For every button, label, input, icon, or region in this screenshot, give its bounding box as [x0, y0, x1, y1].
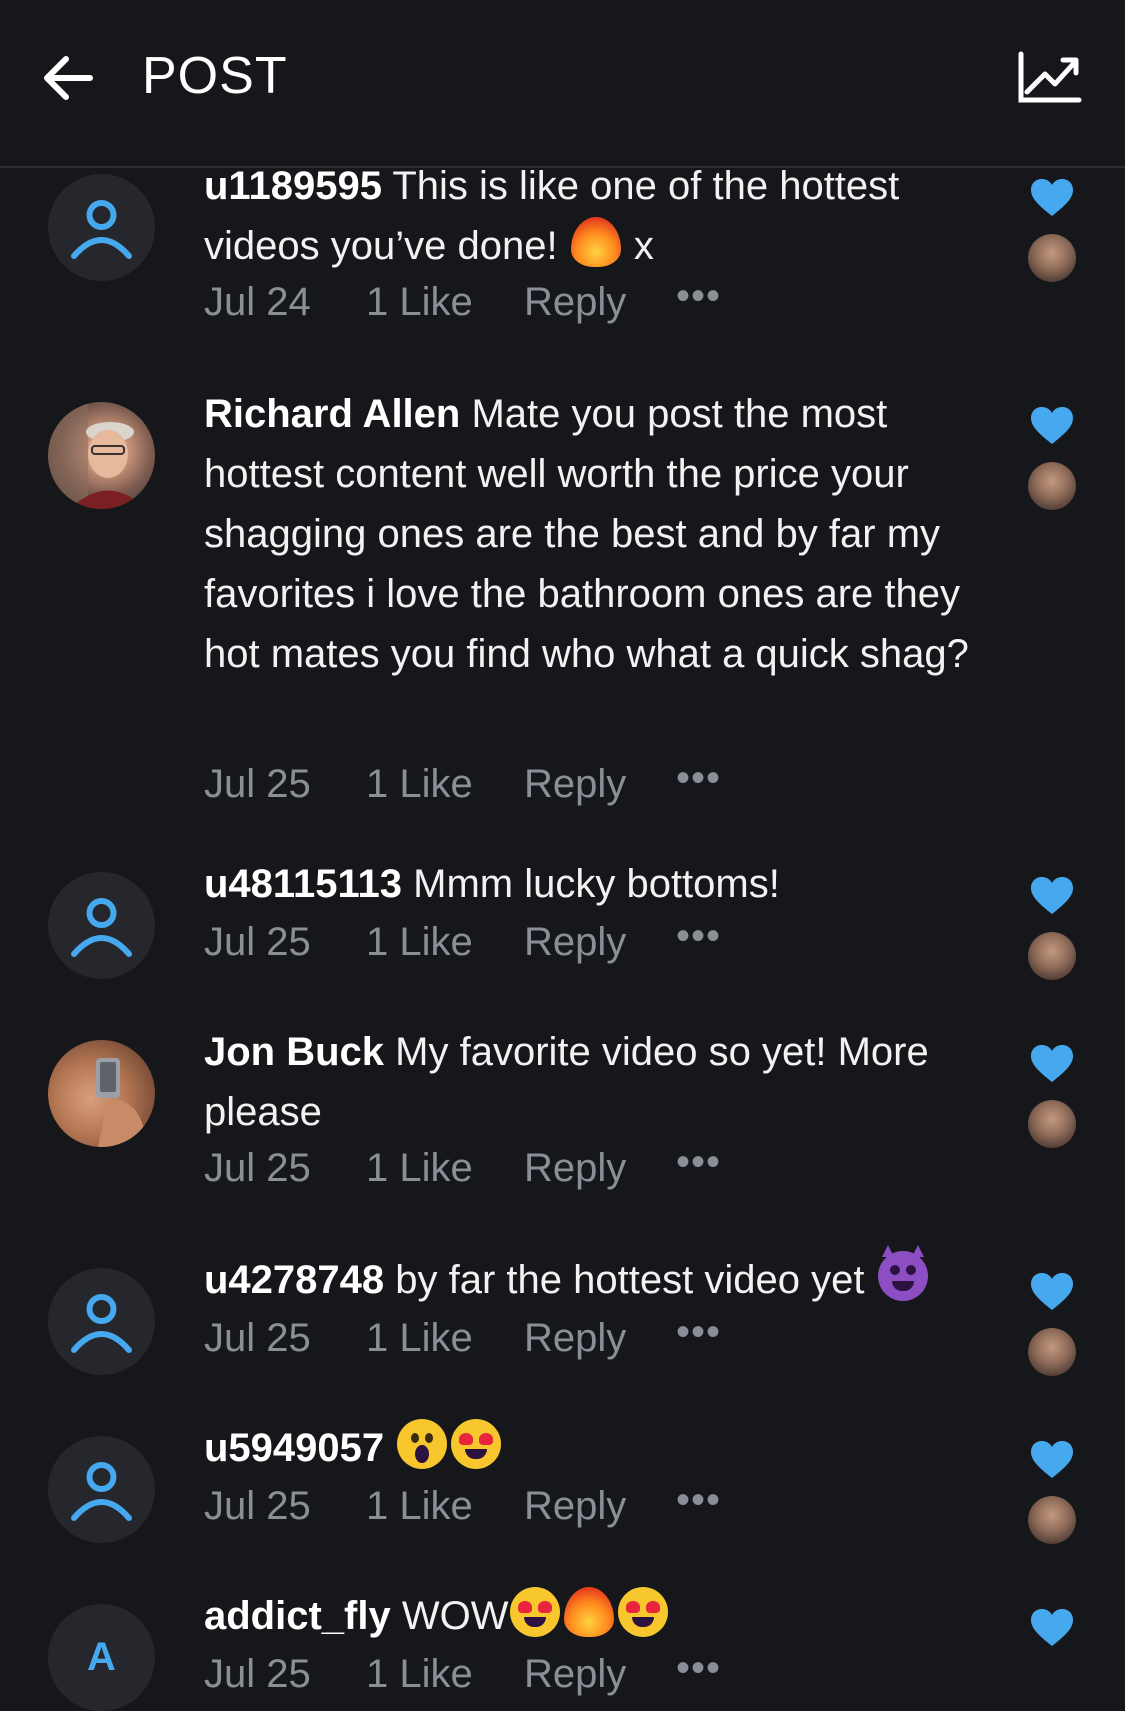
heart-icon[interactable] [1030, 178, 1074, 218]
heart-icon[interactable] [1030, 1044, 1074, 1084]
fire-emoji-icon [564, 1587, 615, 1637]
comment-text: u4278748 by far the hottest video yet [204, 1245, 984, 1310]
trending-up-icon[interactable] [1015, 48, 1085, 108]
default-user-icon [71, 1294, 132, 1353]
avatar[interactable] [48, 174, 155, 281]
comment-date: Jul 25 [204, 1484, 311, 1528]
fire-emoji-icon [570, 217, 621, 267]
like-count[interactable]: 1 Like [366, 1308, 524, 1368]
reply-button[interactable]: Reply [524, 1138, 676, 1198]
comment-meta: Jul 25 1 Like Reply ••• [204, 1644, 721, 1704]
reply-button[interactable]: Reply [524, 754, 676, 814]
user-photo-icon [48, 402, 146, 509]
arrow-left-icon[interactable] [38, 48, 98, 108]
like-count[interactable]: 1 Like [366, 1644, 524, 1704]
comment-text: Richard Allen Mate you post the most hot… [204, 384, 984, 684]
like-count[interactable]: 1 Like [366, 754, 524, 814]
screaming-face-emoji-icon [397, 1419, 448, 1469]
reply-button[interactable]: Reply [524, 272, 676, 332]
heart-icon[interactable] [1030, 1608, 1074, 1648]
comment-username[interactable]: Richard Allen [204, 392, 460, 436]
avatar[interactable]: A [48, 1604, 155, 1711]
heart-icon[interactable] [1030, 1440, 1074, 1480]
more-options-icon[interactable]: ••• [676, 748, 721, 808]
comment-text: Jon Buck My favorite video so yet! More … [204, 1022, 984, 1142]
heart-icon[interactable] [1030, 1272, 1074, 1312]
comment-username[interactable]: u4278748 [204, 1258, 384, 1302]
avatar[interactable] [48, 1268, 155, 1375]
heart-eyes-emoji-icon [451, 1419, 502, 1469]
heart-eyes-emoji-icon [510, 1587, 561, 1637]
heart-icon[interactable] [1030, 876, 1074, 916]
default-user-icon [71, 1462, 132, 1521]
comment-text: addict_fly WOW [204, 1586, 984, 1646]
comment-date: Jul 25 [204, 762, 311, 806]
heart-eyes-emoji-icon [618, 1587, 669, 1637]
like-count[interactable]: 1 Like [366, 1138, 524, 1198]
comment-body: Mmm lucky bottoms! [413, 862, 780, 906]
user-photo-icon [96, 1058, 144, 1147]
comment-meta: Jul 25 1 Like Reply ••• [204, 754, 721, 814]
creator-liked-avatar [1028, 932, 1076, 980]
comment-text: u5949057 [204, 1418, 984, 1478]
comment-meta: Jul 24 1 Like Reply ••• [204, 272, 721, 332]
creator-liked-avatar [1028, 462, 1076, 510]
comment-meta: Jul 25 1 Like Reply ••• [204, 1138, 721, 1198]
like-count[interactable]: 1 Like [366, 272, 524, 332]
comment-text: u48115113 Mmm lucky bottoms! [204, 854, 984, 914]
reply-button[interactable]: Reply [524, 1644, 676, 1704]
comment-date: Jul 25 [204, 1652, 311, 1696]
more-options-icon[interactable]: ••• [676, 1132, 721, 1192]
comment-date: Jul 25 [204, 1316, 311, 1360]
reply-button[interactable]: Reply [524, 1308, 676, 1368]
reply-button[interactable]: Reply [524, 912, 676, 972]
default-user-icon [71, 200, 132, 259]
more-options-icon[interactable]: ••• [676, 906, 721, 966]
like-count[interactable]: 1 Like [366, 912, 524, 972]
comment-body: by far the hottest video yet [395, 1258, 865, 1302]
comment-date: Jul 25 [204, 1146, 311, 1190]
creator-liked-avatar [1028, 234, 1076, 282]
comment-meta: Jul 25 1 Like Reply ••• [204, 912, 721, 972]
avatar[interactable] [48, 872, 155, 979]
comment-date: Jul 25 [204, 920, 311, 964]
comment-suffix: x [633, 224, 654, 268]
comment-username[interactable]: u5949057 [204, 1426, 384, 1470]
comment-username[interactable]: addict_fly [204, 1594, 391, 1638]
comment-date: Jul 24 [204, 280, 311, 324]
avatar-letter: A [87, 1635, 116, 1679]
avatar[interactable] [48, 1436, 155, 1543]
more-options-icon[interactable]: ••• [676, 266, 721, 326]
creator-liked-avatar [1028, 1100, 1076, 1148]
top-bar: POST [0, 0, 1125, 168]
like-count[interactable]: 1 Like [366, 1476, 524, 1536]
page-title: POST [142, 47, 288, 105]
avatar[interactable] [48, 1040, 155, 1147]
reply-button[interactable]: Reply [524, 1476, 676, 1536]
comment-meta: Jul 25 1 Like Reply ••• [204, 1476, 721, 1536]
more-options-icon[interactable]: ••• [676, 1470, 721, 1530]
comment-username[interactable]: u1189595 [204, 164, 382, 208]
more-options-icon[interactable]: ••• [676, 1638, 721, 1698]
avatar[interactable] [48, 402, 155, 509]
default-user-icon [71, 898, 132, 957]
comment-text: u1189595 This is like one of the hottest… [204, 156, 984, 276]
heart-icon[interactable] [1030, 406, 1074, 446]
creator-liked-avatar [1028, 1328, 1076, 1376]
creator-liked-avatar [1028, 1496, 1076, 1544]
more-options-icon[interactable]: ••• [676, 1302, 721, 1362]
comment-username[interactable]: u48115113 [204, 862, 402, 906]
comment-body: WOW [401, 1594, 509, 1638]
smiling-devil-emoji-icon [877, 1245, 928, 1301]
comment-meta: Jul 25 1 Like Reply ••• [204, 1308, 721, 1368]
comment-username[interactable]: Jon Buck [204, 1030, 384, 1074]
